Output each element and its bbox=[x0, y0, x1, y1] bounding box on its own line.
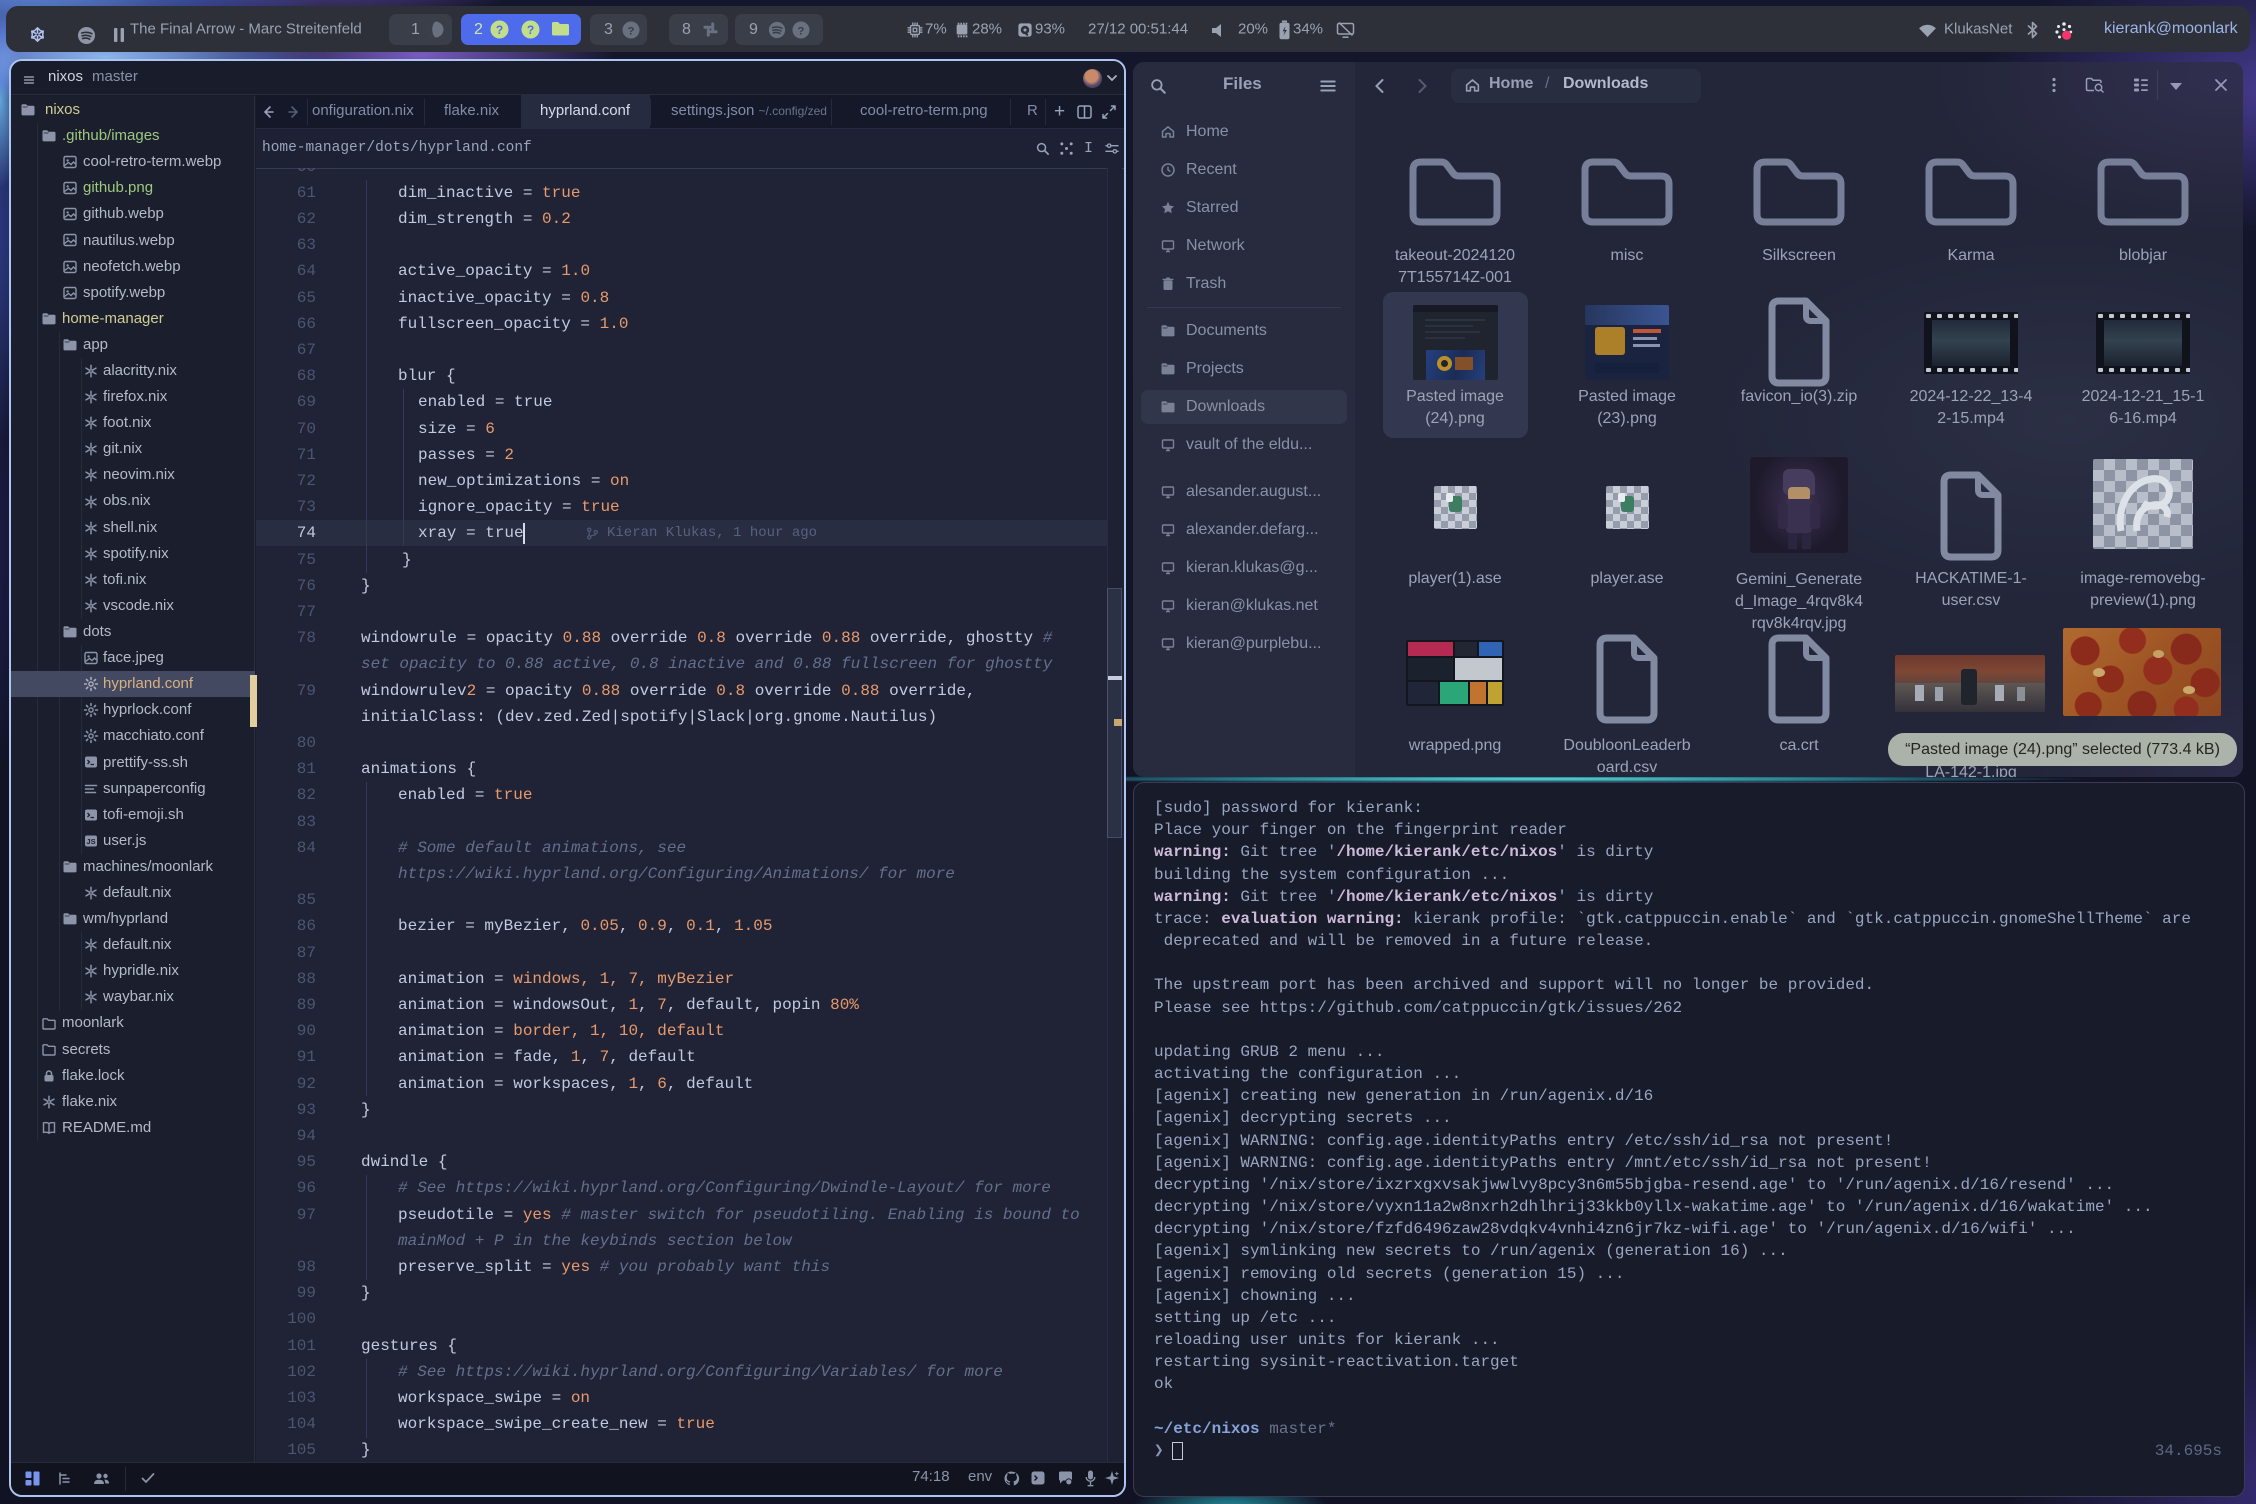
svg-text:?: ? bbox=[527, 23, 534, 37]
svg-text:?: ? bbox=[798, 25, 805, 37]
svg-text:?: ? bbox=[496, 23, 503, 37]
svg-text:?: ? bbox=[628, 25, 635, 37]
